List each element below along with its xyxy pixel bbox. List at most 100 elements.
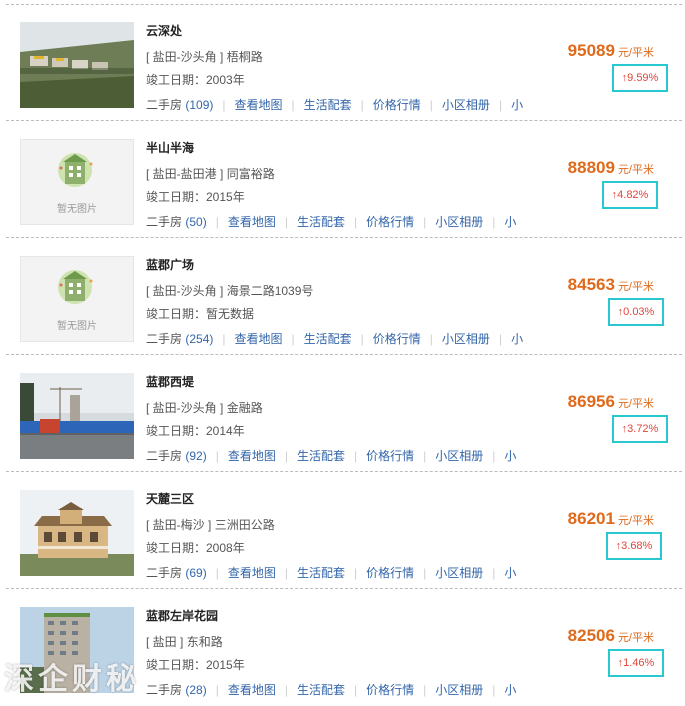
price-value: 84563 bbox=[567, 275, 615, 294]
price-value: 82506 bbox=[567, 626, 615, 645]
price-trend-link[interactable]: 价格行情 bbox=[366, 213, 414, 229]
unit-price: 86201 元/平米 bbox=[568, 509, 654, 529]
price-change-badge: ↑0.03% bbox=[608, 298, 664, 326]
more-link[interactable]: 小 bbox=[504, 447, 516, 463]
road-label: 三洲田公路 bbox=[214, 518, 275, 532]
placeholder-label: 暂无图片 bbox=[57, 204, 97, 215]
second-hand-link[interactable]: 二手房 (254) bbox=[146, 330, 213, 346]
watermark: 深企财秘 bbox=[4, 663, 140, 696]
map-link[interactable]: 查看地图 bbox=[235, 330, 283, 346]
price-trend-link[interactable]: 价格行情 bbox=[366, 447, 414, 463]
community-links: 二手房 (50) | 查看地图 | 生活配套 | 价格行情 | 小区相册 | 小 bbox=[146, 213, 517, 229]
community-name[interactable]: 蓝郡西堤 bbox=[146, 373, 194, 390]
life-link[interactable]: 生活配套 bbox=[304, 330, 352, 346]
more-link[interactable]: 小 bbox=[511, 330, 523, 346]
second-hand-link[interactable]: 二手房 (109) bbox=[146, 96, 213, 112]
community-address: [ 盐田 ] 东和路 bbox=[146, 633, 223, 650]
life-link[interactable]: 生活配套 bbox=[304, 96, 352, 112]
community-name[interactable]: 蓝郡广场 bbox=[146, 256, 194, 273]
second-hand-link[interactable]: 二手房 (28) bbox=[146, 681, 207, 697]
road-label: 梧桐路 bbox=[226, 50, 263, 64]
price-value: 88809 bbox=[567, 158, 615, 177]
unit-price: 88809 元/平米 bbox=[568, 158, 654, 178]
price-unit: 元/平米 bbox=[617, 632, 654, 644]
album-link[interactable]: 小区相册 bbox=[442, 330, 490, 346]
life-link[interactable]: 生活配套 bbox=[297, 564, 345, 580]
road-label: 金融路 bbox=[226, 401, 263, 415]
album-link[interactable]: 小区相册 bbox=[435, 213, 483, 229]
community-row: 天麓三区 [ 盐田-梅沙 ] 三洲田公路 竣工日期：2008年 二手房 (69)… bbox=[6, 472, 682, 589]
community-address: [ 盐田-沙头角 ] 金融路 bbox=[146, 399, 263, 416]
community-photo[interactable] bbox=[20, 22, 134, 108]
price-unit: 元/平米 bbox=[617, 47, 654, 59]
album-link[interactable]: 小区相册 bbox=[435, 447, 483, 463]
community-links: 二手房 (109) | 查看地图 | 生活配套 | 价格行情 | 小区相册 | 小 bbox=[146, 96, 524, 112]
price-trend-link[interactable]: 价格行情 bbox=[366, 681, 414, 697]
community-photo[interactable] bbox=[20, 373, 134, 459]
life-link[interactable]: 生活配套 bbox=[297, 213, 345, 229]
price-unit: 元/平米 bbox=[617, 515, 654, 527]
life-link[interactable]: 生活配套 bbox=[297, 681, 345, 697]
community-row: 云深处 [ 盐田-沙头角 ] 梧桐路 竣工日期：2003年 二手房 (109) |… bbox=[6, 4, 682, 121]
album-link[interactable]: 小区相册 bbox=[435, 681, 483, 697]
price-change-badge: ↑3.68% bbox=[606, 532, 662, 560]
album-link[interactable]: 小区相册 bbox=[442, 96, 490, 112]
price-value: 86956 bbox=[567, 392, 615, 411]
more-link[interactable]: 小 bbox=[504, 681, 516, 697]
price-trend-link[interactable]: 价格行情 bbox=[373, 330, 421, 346]
price-value: 86201 bbox=[567, 509, 615, 528]
life-link[interactable]: 生活配套 bbox=[297, 447, 345, 463]
map-link[interactable]: 查看地图 bbox=[235, 96, 283, 112]
completion-date: 竣工日期：2003年 bbox=[146, 73, 245, 87]
map-link[interactable]: 查看地图 bbox=[228, 213, 276, 229]
more-link[interactable]: 小 bbox=[504, 213, 516, 229]
price-value: 95089 bbox=[567, 41, 615, 60]
price-change-badge: ↑9.59% bbox=[612, 64, 668, 92]
region-label: [ 盐田-沙头角 ] bbox=[146, 284, 224, 298]
price-change-badge: ↑3.72% bbox=[612, 415, 668, 443]
community-address: [ 盐田-沙头角 ] 梧桐路 bbox=[146, 48, 263, 65]
community-address: [ 盐田-沙头角 ] 海景二路1039号 bbox=[146, 282, 313, 299]
second-hand-link[interactable]: 二手房 (92) bbox=[146, 447, 207, 463]
price-unit: 元/平米 bbox=[617, 164, 654, 176]
community-links: 二手房 (28) | 查看地图 | 生活配套 | 价格行情 | 小区相册 | 小 bbox=[146, 681, 517, 697]
completion-date: 竣工日期：2015年 bbox=[146, 190, 245, 204]
second-hand-link[interactable]: 二手房 (50) bbox=[146, 213, 207, 229]
unit-price: 86956 元/平米 bbox=[568, 392, 654, 412]
community-name[interactable]: 蓝郡左岸花园 bbox=[146, 607, 218, 624]
more-link[interactable]: 小 bbox=[504, 564, 516, 580]
map-link[interactable]: 查看地图 bbox=[228, 447, 276, 463]
price-trend-link[interactable]: 价格行情 bbox=[366, 564, 414, 580]
community-photo-placeholder[interactable]: 暂无图片 bbox=[20, 256, 134, 342]
price-unit: 元/平米 bbox=[617, 398, 654, 410]
community-links: 二手房 (92) | 查看地图 | 生活配套 | 价格行情 | 小区相册 | 小 bbox=[146, 447, 517, 463]
album-link[interactable]: 小区相册 bbox=[435, 564, 483, 580]
completion-date: 竣工日期：2015年 bbox=[146, 658, 245, 672]
community-row: 暂无图片 半山半海 [ 盐田-盐田港 ] 同富裕路 竣工日期：2015年 二手房… bbox=[6, 121, 682, 238]
community-row: 蓝郡西堤 [ 盐田-沙头角 ] 金融路 竣工日期：2014年 二手房 (92) |… bbox=[6, 355, 682, 472]
price-trend-link[interactable]: 价格行情 bbox=[373, 96, 421, 112]
region-label: [ 盐田-盐田港 ] bbox=[146, 167, 224, 181]
community-photo-placeholder[interactable]: 暂无图片 bbox=[20, 139, 134, 225]
price-change-badge: ↑1.46% bbox=[608, 649, 664, 677]
unit-price: 95089 元/平米 bbox=[568, 41, 654, 61]
map-link[interactable]: 查看地图 bbox=[228, 681, 276, 697]
community-name[interactable]: 云深处 bbox=[146, 22, 182, 39]
building-icon bbox=[58, 270, 93, 304]
community-name[interactable]: 天麓三区 bbox=[146, 490, 194, 507]
building-icon bbox=[58, 153, 93, 187]
region-label: [ 盐田-沙头角 ] bbox=[146, 50, 224, 64]
row-divider bbox=[6, 4, 682, 5]
unit-price: 82506 元/平米 bbox=[568, 626, 654, 646]
more-link[interactable]: 小 bbox=[511, 96, 523, 112]
community-links: 二手房 (69) | 查看地图 | 生活配套 | 价格行情 | 小区相册 | 小 bbox=[146, 564, 517, 580]
price-change-badge: ↑4.82% bbox=[602, 181, 658, 209]
completion-date: 竣工日期：暂无数据 bbox=[146, 307, 255, 321]
map-link[interactable]: 查看地图 bbox=[228, 564, 276, 580]
second-hand-link[interactable]: 二手房 (69) bbox=[146, 564, 207, 580]
community-name[interactable]: 半山半海 bbox=[146, 139, 194, 156]
community-address: [ 盐田-盐田港 ] 同富裕路 bbox=[146, 165, 275, 182]
road-label: 同富裕路 bbox=[226, 167, 275, 181]
road-label: 东和路 bbox=[186, 635, 223, 649]
community-photo[interactable] bbox=[20, 490, 134, 576]
